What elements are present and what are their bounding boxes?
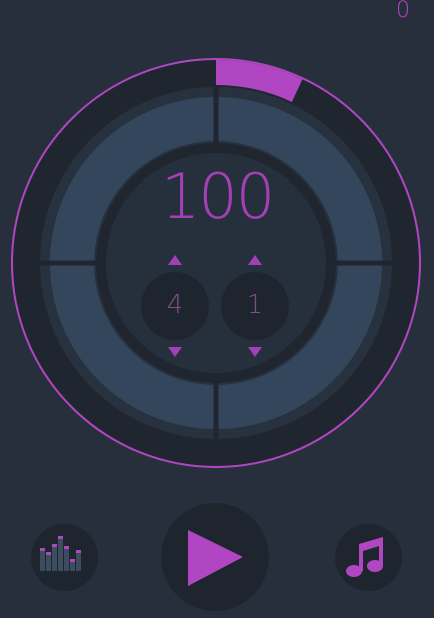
- play-icon: [188, 530, 243, 586]
- equalizer-icon: [40, 536, 81, 571]
- subdivision-down-arrow-icon[interactable]: [248, 347, 262, 357]
- equalizer-button[interactable]: [31, 524, 98, 591]
- subdivision-up-arrow-icon[interactable]: [248, 255, 262, 265]
- metronome-dial: [11, 58, 421, 468]
- tempo-bpm[interactable]: 100: [117, 160, 317, 233]
- subdivision-value: 1: [246, 290, 264, 320]
- beats-up-arrow-icon[interactable]: [168, 255, 182, 265]
- beats-value: 4: [166, 290, 184, 320]
- sound-button[interactable]: [335, 524, 402, 591]
- play-button[interactable]: [161, 503, 269, 611]
- beats-down-arrow-icon[interactable]: [168, 347, 182, 357]
- music-note-icon: [346, 537, 383, 577]
